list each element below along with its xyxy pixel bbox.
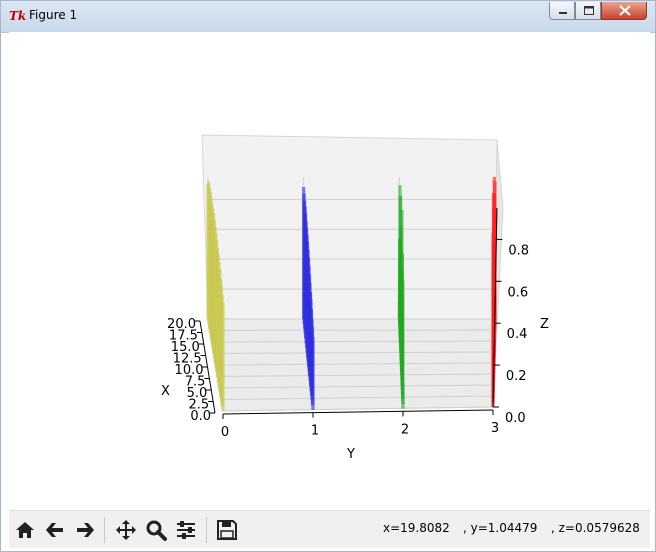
- x-grid-line: [209, 329, 495, 331]
- close-icon: [619, 5, 631, 16]
- save-floppy-icon: [217, 520, 237, 540]
- configure-subplots-button[interactable]: [172, 516, 200, 544]
- bar: [221, 302, 225, 412]
- configure-subplots-icon: [177, 521, 195, 539]
- z-tick-label: 0.2: [506, 369, 527, 384]
- back-button[interactable]: [41, 516, 69, 544]
- z-tick-label: 0.8: [508, 243, 529, 258]
- axes-panes: [201, 134, 504, 412]
- x-axis-label: X: [161, 384, 170, 399]
- zoom-magnifier-icon: [146, 520, 167, 541]
- cursor-y-readout: , y=1.04479: [463, 521, 538, 535]
- z-tick-label: 0.4: [507, 327, 528, 342]
- window-title: Figure 1: [29, 8, 78, 22]
- y-tick-label: 0: [221, 425, 229, 440]
- forward-button[interactable]: [71, 516, 99, 544]
- forward-arrow-icon: [77, 523, 94, 537]
- back-arrow-icon: [46, 523, 63, 537]
- y-tick-label: 2: [401, 422, 409, 437]
- minimize-icon: [559, 12, 567, 14]
- tk-feather-icon: Tk: [9, 9, 27, 23]
- figure-window: Tk Figure 1 0.0 2.5 5.0 7.5 10.0 12.5 15.0 17.5…: [0, 0, 656, 552]
- maximize-button[interactable]: [575, 2, 601, 20]
- close-button[interactable]: [601, 2, 647, 20]
- save-button[interactable]: [213, 516, 241, 544]
- pan-move-icon: [116, 520, 136, 540]
- maximize-icon: [584, 6, 594, 15]
- y-tick-label: 3: [491, 421, 499, 436]
- z-tick-label: 0.0: [505, 411, 526, 426]
- cursor-x-readout: x=19.8082: [383, 521, 450, 535]
- pan-button[interactable]: [112, 516, 140, 544]
- z-axis-label: Z: [540, 317, 549, 332]
- bar: [311, 337, 315, 410]
- plot-canvas[interactable]: 0.0 2.5 5.0 7.5 10.0 12.5 15.0 17.5 20.0 0 1 2 3 0.0 0…: [9, 32, 650, 510]
- z-tick-label: 0.6: [508, 285, 529, 300]
- toolbar-separator: [206, 517, 207, 543]
- cursor-z-readout: , z=0.0579628: [551, 521, 640, 535]
- home-icon: [16, 522, 34, 538]
- zoom-button[interactable]: [142, 516, 170, 544]
- x-tick-label: 20.0: [167, 317, 196, 332]
- bar: [401, 383, 405, 409]
- home-button[interactable]: [11, 516, 39, 544]
- toolbar-separator: [104, 517, 105, 543]
- y-tick-label: 1: [311, 424, 319, 439]
- y-axis-label: Y: [346, 447, 355, 462]
- minimize-button[interactable]: [549, 2, 575, 20]
- 3d-bar-chart[interactable]: 0.02.55.07.510.012.515.017.520.00 1 2 30.00…: [9, 32, 650, 510]
- navigation-toolbar: x=19.8082 , y=1.04479 , z=0.0579628: [9, 510, 650, 548]
- back-pane: [201, 134, 498, 320]
- title-bar[interactable]: Tk Figure 1: [1, 1, 655, 33]
